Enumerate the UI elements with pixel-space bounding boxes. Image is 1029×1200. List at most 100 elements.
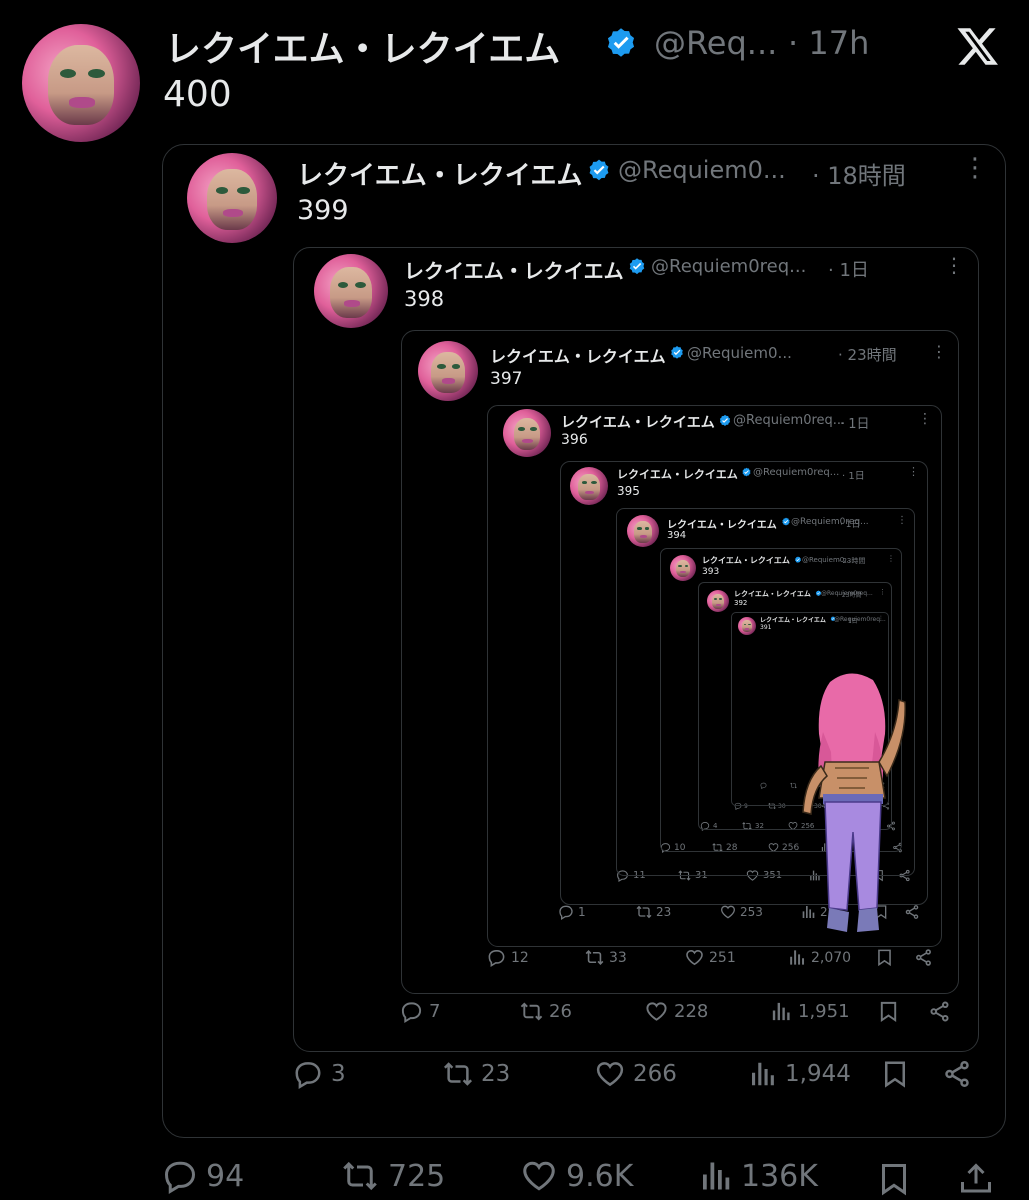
quote-display-name[interactable]: レクイエム・レクイエム — [760, 615, 826, 624]
main-timestamp[interactable]: · 17h — [788, 24, 869, 62]
quote-like-button[interactable]: 266 — [595, 1059, 677, 1089]
more-options-icon[interactable]: ⋮ — [944, 253, 964, 277]
quote-timestamp[interactable]: · 1日 — [840, 413, 870, 432]
quote-like-button[interactable]: 251 — [685, 948, 736, 967]
quote-reply-count: 7 — [429, 1001, 441, 1022]
quote-display-name[interactable]: レクイエム・レクイエム — [702, 555, 790, 566]
bookmark-icon[interactable] — [875, 948, 894, 967]
share-icon[interactable] — [958, 1160, 994, 1198]
views-icon — [752, 1062, 774, 1086]
quote-timestamp[interactable]: · 23時間 — [838, 556, 865, 566]
x-logo-icon[interactable] — [955, 24, 1001, 68]
verified-badge-icon — [589, 159, 609, 181]
verified-badge-icon — [719, 414, 731, 426]
bookmark-icon[interactable] — [877, 1000, 900, 1023]
quote-text: 396 — [561, 432, 588, 448]
more-options-icon[interactable]: ⋮ — [887, 554, 895, 563]
quote-like-button[interactable]: 253 — [720, 904, 763, 920]
quote-repost-button[interactable]: 23 — [636, 904, 671, 920]
quote-views-button[interactable]: 1,951 — [769, 1000, 850, 1023]
bookmark-icon[interactable] — [880, 1059, 910, 1089]
quote-handle[interactable]: @Requiem0... — [687, 344, 792, 362]
heart-icon — [523, 1161, 555, 1191]
quote-timestamp[interactable]: · 18時間 — [812, 156, 906, 191]
quote-display-name[interactable]: レクイエム・レクイエム — [404, 255, 624, 284]
heart-icon — [686, 949, 703, 966]
quote-reply-button[interactable]: 12 — [487, 948, 529, 967]
quote-timestamp[interactable]: · 23時間 — [838, 344, 897, 365]
quote-display-name[interactable]: レクイエム・レクイエム — [667, 516, 777, 531]
quote-timestamp[interactable]: · 1日 — [828, 256, 869, 282]
more-options-icon[interactable]: ⋮ — [897, 515, 907, 526]
quote-avatar[interactable] — [670, 555, 696, 581]
main-views-count: 136K — [741, 1158, 818, 1194]
quote-reply-button[interactable]: 1 — [558, 904, 586, 920]
more-options-icon[interactable]: ⋮ — [879, 588, 886, 596]
quote-views-count: 1,944 — [785, 1061, 851, 1087]
quote-display-name[interactable]: レクイエム・レクイエム — [490, 343, 666, 367]
main-display-name[interactable]: レクイエム・レクイエム — [165, 20, 560, 72]
more-options-icon[interactable]: ⋮ — [918, 411, 932, 427]
share-icon[interactable] — [942, 1059, 972, 1089]
quote-handle[interactable]: @Requiem0... — [618, 156, 786, 184]
reply-icon — [401, 1002, 422, 1023]
quote-reply-button[interactable]: 7 — [400, 1000, 440, 1023]
more-options-icon[interactable]: ⋮ — [908, 465, 919, 478]
heart-icon — [646, 1002, 667, 1021]
quote-timestamp[interactable]: · 23時間 — [838, 590, 861, 599]
quote-views-button[interactable]: 2,070 — [787, 948, 851, 967]
quote-views-count: 1,951 — [798, 1001, 850, 1022]
main-handle[interactable]: @Req... — [654, 24, 777, 62]
main-repost-count: 725 — [388, 1158, 446, 1194]
more-options-icon[interactable]: ⋮ — [962, 153, 988, 183]
main-reply-button[interactable]: 94 — [162, 1158, 244, 1194]
quote-like-button[interactable]: 228 — [645, 1000, 708, 1023]
quote-display-name[interactable]: レクイエム・レクイエム — [734, 589, 811, 599]
quote-timestamp[interactable]: · 1日 — [844, 616, 858, 625]
quote-avatar[interactable] — [707, 590, 729, 612]
quote-avatar[interactable] — [314, 254, 388, 328]
main-avatar[interactable] — [22, 24, 140, 142]
quote-display-name[interactable]: レクイエム・レクイエム — [561, 412, 715, 432]
quote-avatar[interactable] — [187, 153, 277, 243]
quote-avatar[interactable] — [503, 409, 551, 457]
quote-repost-button[interactable]: 23 — [443, 1059, 510, 1089]
more-options-icon[interactable]: ⋮ — [878, 615, 884, 622]
main-views-button[interactable]: 136K — [697, 1158, 818, 1194]
quote-handle[interactable]: @Requiem0req... — [733, 413, 845, 428]
quote-display-name[interactable]: レクイエム・レクイエム — [297, 155, 582, 192]
quote-views-button[interactable]: 1,944 — [747, 1059, 851, 1089]
quote-timestamp[interactable]: · 1日 — [842, 467, 865, 482]
quote-avatar[interactable] — [418, 341, 478, 401]
quote-like-count: 253 — [740, 905, 763, 919]
more-options-icon[interactable]: ⋮ — [931, 342, 947, 361]
quote-repost-button[interactable]: 26 — [520, 1000, 572, 1023]
main-repost-button[interactable]: 725 — [340, 1158, 445, 1194]
main-reply-count: 94 — [206, 1158, 245, 1194]
verified-badge-icon — [782, 517, 790, 526]
quote-views-count: 2,070 — [811, 949, 852, 966]
quote-display-name[interactable]: レクイエム・レクイエム — [617, 466, 738, 482]
main-like-button[interactable]: 9.6K — [520, 1158, 633, 1194]
bookmark-icon[interactable] — [876, 1160, 912, 1198]
quote-reply-button[interactable]: 3 — [293, 1059, 346, 1089]
share-icon[interactable] — [914, 948, 933, 967]
quote-text: 391 — [760, 624, 772, 631]
verified-badge-icon — [629, 258, 645, 275]
quote-text: 394 — [667, 530, 687, 541]
quote-handle[interactable]: @Requiem0req... — [651, 256, 806, 277]
quote-avatar[interactable] — [570, 467, 608, 505]
quote-repost-count: 23 — [481, 1061, 511, 1087]
repost-icon — [636, 905, 652, 919]
share-icon[interactable] — [928, 1000, 951, 1023]
verified-badge-icon — [671, 346, 683, 359]
quote-timestamp[interactable]: · 1日 — [840, 517, 860, 530]
reply-icon — [559, 905, 573, 920]
quote-avatar[interactable] — [738, 617, 756, 635]
quote-handle[interactable]: @Requiem0req... — [753, 467, 839, 478]
quote-avatar[interactable] — [627, 515, 659, 547]
quote-like-count: 228 — [674, 1001, 709, 1022]
repost-icon — [520, 1002, 543, 1021]
quote-reply-button[interactable] — [760, 782, 769, 789]
quote-repost-button[interactable]: 33 — [585, 948, 627, 967]
